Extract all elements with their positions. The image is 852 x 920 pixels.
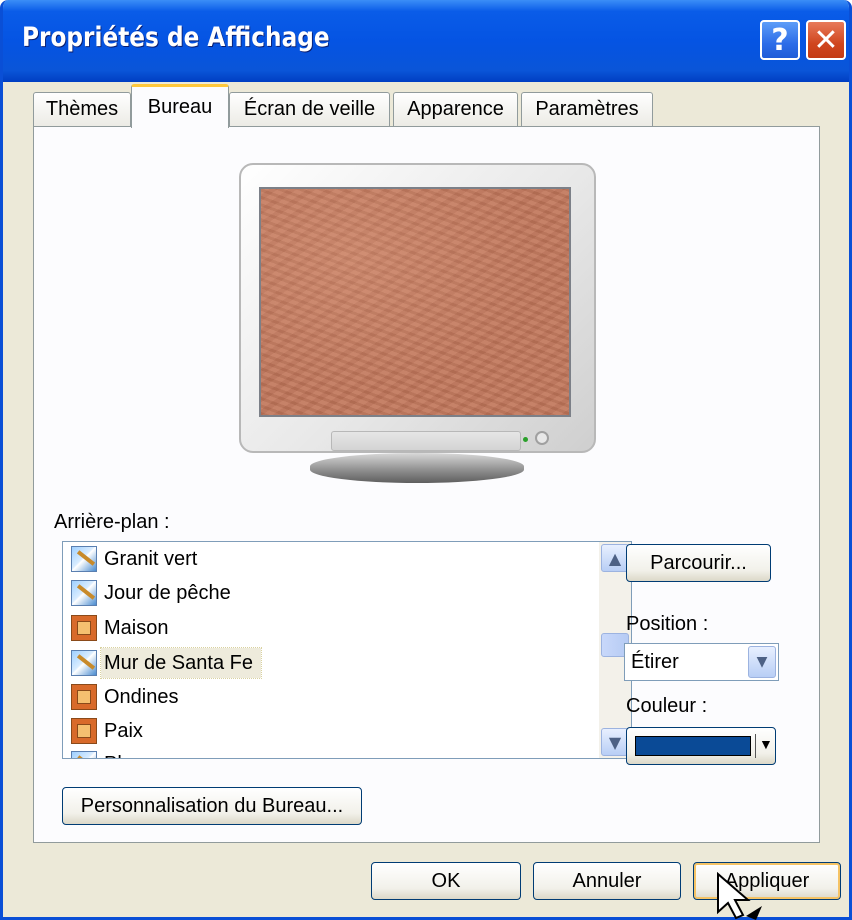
window-title: Propriétés de Affichage (22, 22, 330, 53)
background-list[interactable]: Granit vert Jour de pêche Maison Mur de … (62, 541, 632, 759)
monitor-bezel-panel (331, 431, 521, 451)
list-item[interactable]: Jour de pêche (71, 578, 239, 608)
close-button[interactable]: ✕ (806, 20, 846, 60)
tab-appearance[interactable]: Apparence (393, 92, 518, 126)
chevron-down-icon[interactable]: ▼ (748, 646, 776, 678)
tab-settings[interactable]: Paramètres (521, 92, 653, 126)
bureau-panel: Arrière-plan : Granit vert Jour de pêche… (33, 126, 820, 843)
customize-desktop-button[interactable]: Personnalisation du Bureau... (62, 787, 362, 825)
tab-themes[interactable]: Thèmes (33, 92, 131, 126)
dropdown-arrow-icon: ▼ (759, 736, 773, 752)
list-item[interactable]: Paix (71, 716, 151, 746)
cancel-button[interactable]: Annuler (533, 862, 681, 900)
display-properties-window: Propriétés de Affichage ? ✕ Thèmes Burea… (0, 0, 852, 920)
list-item-selected[interactable]: Mur de Santa Fe (71, 647, 262, 679)
color-swatch (635, 736, 751, 756)
picture-icon (71, 650, 97, 676)
list-item-label: Plume (101, 749, 169, 758)
monitor-preview (239, 163, 596, 453)
position-value: Étirer (631, 651, 679, 673)
position-label: Position : (626, 613, 709, 635)
title-bar[interactable]: Propriétés de Affichage ? ✕ (3, 0, 849, 82)
picture-icon (71, 751, 97, 758)
tab-screensaver[interactable]: Écran de veille (229, 92, 390, 126)
bitmap-icon (71, 718, 97, 744)
list-item-label: Jour de pêche (104, 582, 231, 604)
color-label: Couleur : (626, 695, 708, 717)
scroll-up-icon[interactable]: ▲ (601, 544, 629, 572)
position-select[interactable]: Étirer ▼ (624, 643, 779, 681)
scroll-down-icon[interactable]: ▼ (601, 728, 629, 756)
color-picker-button[interactable]: ▼ (626, 727, 776, 765)
list-item[interactable]: Maison (71, 613, 176, 643)
list-item-label: Ondines (104, 686, 179, 708)
picture-icon (71, 546, 97, 572)
wallpaper-preview (259, 187, 571, 417)
background-label: Arrière-plan : (54, 511, 170, 533)
bitmap-icon (71, 684, 97, 710)
list-item[interactable]: Ondines (71, 682, 187, 712)
list-item-label: Maison (104, 617, 169, 639)
list-item-label: Paix (104, 720, 143, 742)
ok-button[interactable]: OK (371, 862, 521, 900)
picture-icon (71, 580, 97, 606)
power-led-icon (523, 437, 528, 442)
list-item-label: Mur de Santa Fe (100, 647, 262, 679)
help-button[interactable]: ? (760, 20, 800, 60)
monitor-stand (310, 453, 524, 483)
bitmap-icon (71, 615, 97, 641)
divider (755, 734, 756, 758)
power-button-icon (535, 431, 549, 445)
list-item[interactable]: Granit vert (71, 544, 205, 574)
tab-bureau[interactable]: Bureau (131, 84, 229, 128)
list-item-label: Granit vert (104, 548, 198, 570)
mouse-cursor-icon (717, 872, 762, 920)
list-item[interactable]: Plume (71, 749, 169, 758)
browse-button[interactable]: Parcourir... (626, 544, 771, 582)
